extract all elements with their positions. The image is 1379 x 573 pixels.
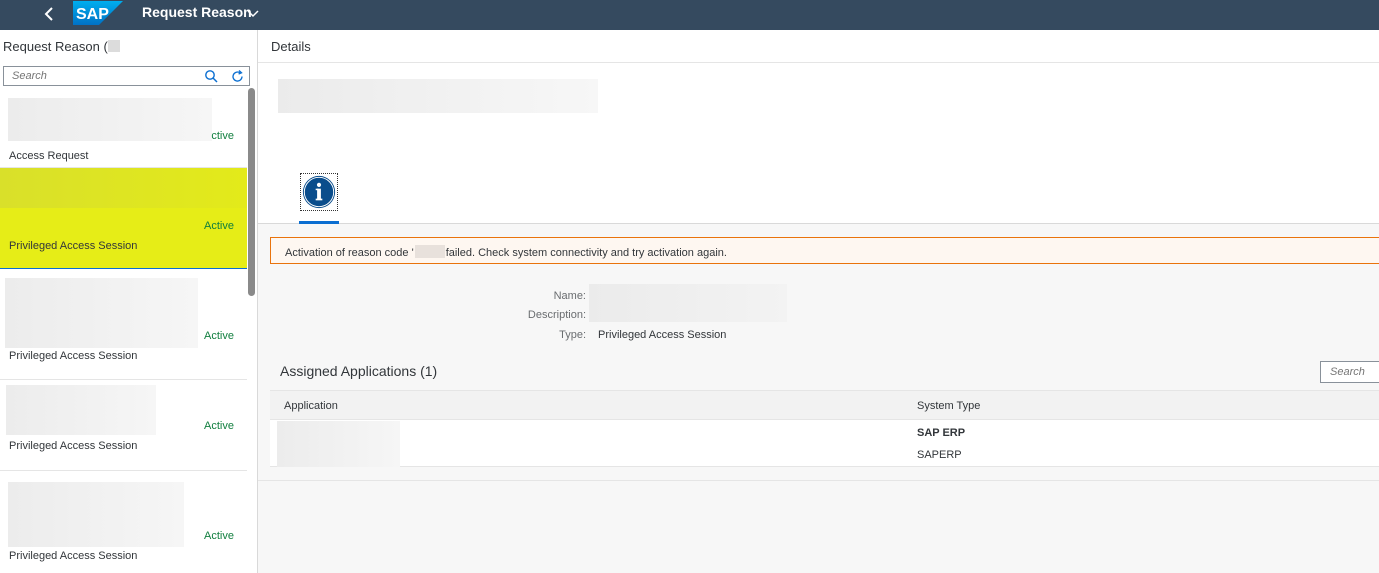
item-type: Access Request xyxy=(9,150,89,162)
system-type-code: SAPERP xyxy=(917,449,962,461)
table-header: Application System Type xyxy=(270,390,1379,420)
app-title[interactable]: Request Reason xyxy=(142,4,252,20)
list-item-selected[interactable]: Active Privileged Access Session xyxy=(0,168,247,269)
master-search-field[interactable] xyxy=(3,66,250,86)
scrollbar-thumb[interactable] xyxy=(248,88,255,296)
section-divider xyxy=(258,480,1379,481)
list-scrollbar[interactable] xyxy=(247,88,256,298)
system-type-name: SAP ERP xyxy=(917,427,966,439)
status-label: Active xyxy=(204,530,234,542)
status-label: Active xyxy=(204,220,234,232)
item-type: Privileged Access Session xyxy=(9,550,138,562)
list-item[interactable]: ctive Access Request xyxy=(0,88,247,168)
list-item[interactable]: Active Privileged Access Session xyxy=(0,269,247,380)
redacted-item-title xyxy=(5,278,198,348)
type-label: Type: xyxy=(559,329,586,341)
column-header-application[interactable]: Application xyxy=(284,400,338,412)
tab-selected-indicator xyxy=(299,221,339,224)
type-value: Privileged Access Session xyxy=(598,329,727,341)
list-item[interactable]: Active Privileged Access Session xyxy=(0,380,247,471)
redacted-reason-code xyxy=(414,245,445,258)
status-label: ctive xyxy=(211,130,234,142)
redacted-object-title xyxy=(278,79,598,113)
master-search-input[interactable] xyxy=(12,70,192,82)
assigned-applications-title: Assigned Applications (1) xyxy=(280,363,438,379)
name-label: Name: xyxy=(553,290,586,302)
item-type: Privileged Access Session xyxy=(9,240,138,252)
list-item[interactable]: Active Privileged Access Session xyxy=(0,471,247,573)
warning-message-strip: Activation of reason code ' failed. Check… xyxy=(270,237,1379,264)
tab-bar-divider xyxy=(258,223,1379,224)
chevron-down-icon[interactable] xyxy=(246,7,260,21)
redacted-name-description xyxy=(589,284,787,322)
warning-message-text: Activation of reason code ' failed. Check… xyxy=(285,245,727,259)
redacted-item-title xyxy=(8,98,212,141)
table-search-field[interactable] xyxy=(1320,361,1379,383)
detail-header: Details xyxy=(258,30,1379,63)
status-label: Active xyxy=(204,420,234,432)
search-icon[interactable] xyxy=(204,69,219,84)
redacted-item-title xyxy=(0,168,247,208)
sap-logo[interactable]: SAP xyxy=(73,1,123,25)
table-search-input[interactable] xyxy=(1330,366,1379,378)
redacted-application xyxy=(277,421,400,467)
back-icon[interactable] xyxy=(40,4,60,24)
status-label: Active xyxy=(204,330,234,342)
message-text-start: Activation of reason code ' xyxy=(285,247,414,259)
refresh-icon[interactable] xyxy=(230,69,245,84)
table-row[interactable]: SAP ERP SAPERP xyxy=(270,420,1379,467)
redacted-count xyxy=(107,40,120,52)
column-header-system-type[interactable]: System Type xyxy=(917,400,980,412)
description-label: Description: xyxy=(527,309,586,321)
master-panel: Request Reason ( ctive Access Request Ac… xyxy=(0,30,258,573)
svg-text:SAP: SAP xyxy=(76,6,109,23)
master-title-label: Request Reason ( xyxy=(3,39,108,54)
detail-title: Details xyxy=(271,39,311,54)
redacted-item-title xyxy=(6,385,156,435)
shell-bar: SAP Request Reason xyxy=(0,0,1379,30)
item-type: Privileged Access Session xyxy=(9,440,138,452)
info-tab-icon[interactable] xyxy=(300,173,338,211)
master-title: Request Reason ( xyxy=(3,39,120,54)
redacted-item-title xyxy=(8,482,184,547)
detail-panel: Details Activation of reason code ' faile… xyxy=(258,30,1379,573)
message-text-end: failed. Check system connectivity and tr… xyxy=(445,247,727,259)
item-type: Privileged Access Session xyxy=(9,350,138,362)
